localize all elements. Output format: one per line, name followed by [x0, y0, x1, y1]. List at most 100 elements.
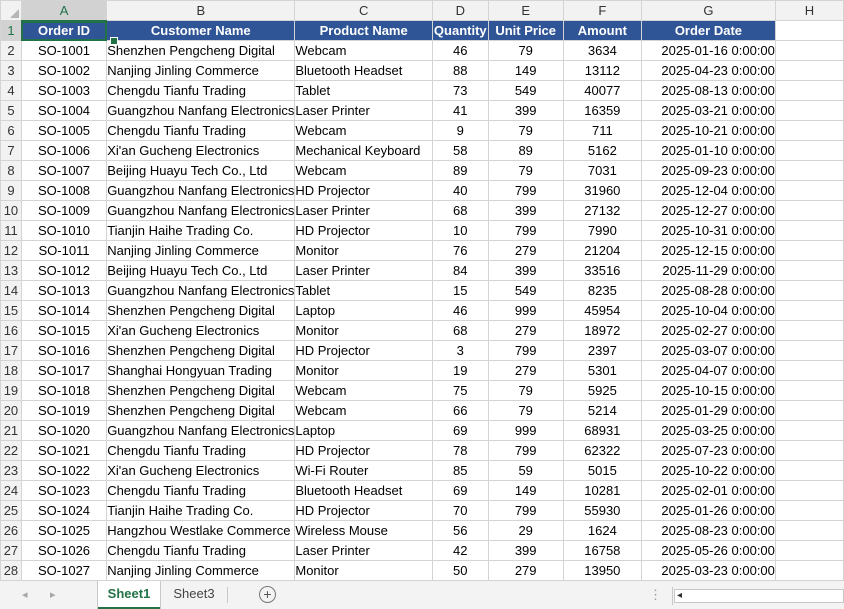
- table-cell[interactable]: Nanjing Jinling Commerce: [106, 560, 296, 580]
- table-cell[interactable]: Tablet: [294, 80, 433, 101]
- table-cell[interactable]: HD Projector: [294, 180, 433, 201]
- table-cell[interactable]: 18972: [562, 320, 642, 341]
- table-cell[interactable]: Xi'an Gucheng Electronics: [106, 320, 296, 341]
- table-cell[interactable]: Laptop: [294, 300, 433, 321]
- table-cell[interactable]: 19: [431, 360, 489, 381]
- table-cell[interactable]: 2025-10-21 0:00:00: [640, 120, 776, 141]
- empty-cell[interactable]: [774, 140, 844, 161]
- row-header[interactable]: 5: [0, 100, 22, 121]
- table-cell[interactable]: Webcam: [294, 40, 433, 61]
- table-cell[interactable]: 2025-04-07 0:00:00: [640, 360, 776, 381]
- table-cell[interactable]: Wi-Fi Router: [294, 460, 433, 481]
- empty-cell[interactable]: [774, 460, 844, 481]
- table-cell[interactable]: 16758: [562, 540, 642, 561]
- table-cell[interactable]: 2025-12-04 0:00:00: [640, 180, 776, 201]
- header-cell[interactable]: Amount: [562, 20, 642, 41]
- row-header[interactable]: 19: [0, 380, 22, 401]
- table-cell[interactable]: 279: [487, 560, 564, 580]
- empty-cell[interactable]: [774, 340, 844, 361]
- header-cell[interactable]: Order ID: [20, 20, 108, 41]
- table-cell[interactable]: 33516: [562, 260, 642, 281]
- table-cell[interactable]: Chengdu Tianfu Trading: [106, 120, 296, 141]
- table-cell[interactable]: 2025-01-26 0:00:00: [640, 500, 776, 521]
- table-cell[interactable]: SO-1004: [20, 100, 108, 121]
- table-cell[interactable]: SO-1008: [20, 180, 108, 201]
- row-header[interactable]: 16: [0, 320, 22, 341]
- row-header[interactable]: 2: [0, 40, 22, 61]
- split-handle-icon[interactable]: ⋮: [649, 587, 663, 603]
- table-cell[interactable]: SO-1001: [20, 40, 108, 61]
- table-cell[interactable]: SO-1014: [20, 300, 108, 321]
- empty-cell[interactable]: [774, 100, 844, 121]
- table-cell[interactable]: 78: [431, 440, 489, 461]
- table-cell[interactable]: 3: [431, 340, 489, 361]
- column-header-a[interactable]: A: [20, 0, 108, 22]
- table-cell[interactable]: 10: [431, 220, 489, 241]
- empty-cell[interactable]: [774, 180, 844, 201]
- empty-cell[interactable]: [774, 220, 844, 241]
- table-cell[interactable]: Monitor: [294, 240, 433, 261]
- table-cell[interactable]: 79: [487, 400, 564, 421]
- table-cell[interactable]: SO-1013: [20, 280, 108, 301]
- table-cell[interactable]: SO-1022: [20, 460, 108, 481]
- column-header-b[interactable]: B: [106, 0, 296, 21]
- empty-cell[interactable]: [774, 320, 844, 341]
- table-cell[interactable]: 66: [431, 400, 489, 421]
- table-cell[interactable]: 149: [487, 60, 564, 81]
- add-sheet-icon[interactable]: +: [259, 586, 276, 603]
- table-cell[interactable]: 85: [431, 460, 489, 481]
- table-cell[interactable]: SO-1002: [20, 60, 108, 81]
- table-cell[interactable]: 79: [487, 380, 564, 401]
- table-cell[interactable]: Shenzhen Pengcheng Digital: [106, 340, 296, 361]
- table-cell[interactable]: Mechanical Keyboard: [294, 140, 433, 161]
- table-cell[interactable]: Laptop: [294, 420, 433, 441]
- table-cell[interactable]: 5015: [562, 460, 642, 481]
- table-cell[interactable]: HD Projector: [294, 340, 433, 361]
- row-header[interactable]: 17: [0, 340, 22, 361]
- column-header-f[interactable]: F: [562, 0, 642, 21]
- column-header-h[interactable]: H: [774, 0, 844, 21]
- table-cell[interactable]: 5162: [562, 140, 642, 161]
- table-cell[interactable]: 2025-08-23 0:00:00: [640, 520, 776, 541]
- empty-cell[interactable]: [774, 240, 844, 261]
- table-cell[interactable]: 2025-01-10 0:00:00: [640, 140, 776, 161]
- table-cell[interactable]: 2025-10-31 0:00:00: [640, 220, 776, 241]
- row-header[interactable]: 25: [0, 500, 22, 521]
- table-cell[interactable]: 46: [431, 40, 489, 61]
- table-cell[interactable]: 2025-07-23 0:00:00: [640, 440, 776, 461]
- table-cell[interactable]: Webcam: [294, 380, 433, 401]
- empty-cell[interactable]: [774, 560, 844, 580]
- table-cell[interactable]: 2025-01-29 0:00:00: [640, 400, 776, 421]
- table-cell[interactable]: 711: [562, 120, 642, 141]
- table-cell[interactable]: Nanjing Jinling Commerce: [106, 60, 296, 81]
- table-cell[interactable]: Guangzhou Nanfang Electronics: [106, 200, 296, 221]
- table-cell[interactable]: 279: [487, 320, 564, 341]
- table-cell[interactable]: 40077: [562, 80, 642, 101]
- table-cell[interactable]: 2025-03-07 0:00:00: [640, 340, 776, 361]
- empty-cell[interactable]: [774, 520, 844, 541]
- table-cell[interactable]: 46: [431, 300, 489, 321]
- table-cell[interactable]: 31960: [562, 180, 642, 201]
- table-cell[interactable]: SO-1006: [20, 140, 108, 161]
- select-all-corner[interactable]: [0, 0, 22, 21]
- table-cell[interactable]: Laser Printer: [294, 540, 433, 561]
- row-header[interactable]: 21: [0, 420, 22, 441]
- row-header[interactable]: 4: [0, 80, 22, 101]
- table-cell[interactable]: 1624: [562, 520, 642, 541]
- table-cell[interactable]: Chengdu Tianfu Trading: [106, 80, 296, 101]
- table-cell[interactable]: 549: [487, 280, 564, 301]
- row-header[interactable]: 7: [0, 140, 22, 161]
- table-cell[interactable]: 88: [431, 60, 489, 81]
- table-cell[interactable]: 2025-10-04 0:00:00: [640, 300, 776, 321]
- table-cell[interactable]: 2025-02-27 0:00:00: [640, 320, 776, 341]
- table-cell[interactable]: Chengdu Tianfu Trading: [106, 480, 296, 501]
- table-cell[interactable]: 68931: [562, 420, 642, 441]
- table-cell[interactable]: 15: [431, 280, 489, 301]
- table-cell[interactable]: 2025-05-26 0:00:00: [640, 540, 776, 561]
- empty-cell[interactable]: [774, 80, 844, 101]
- table-cell[interactable]: HD Projector: [294, 220, 433, 241]
- table-cell[interactable]: Guangzhou Nanfang Electronics: [106, 180, 296, 201]
- table-cell[interactable]: SO-1019: [20, 400, 108, 421]
- table-cell[interactable]: 2025-02-01 0:00:00: [640, 480, 776, 501]
- empty-cell[interactable]: [774, 540, 844, 561]
